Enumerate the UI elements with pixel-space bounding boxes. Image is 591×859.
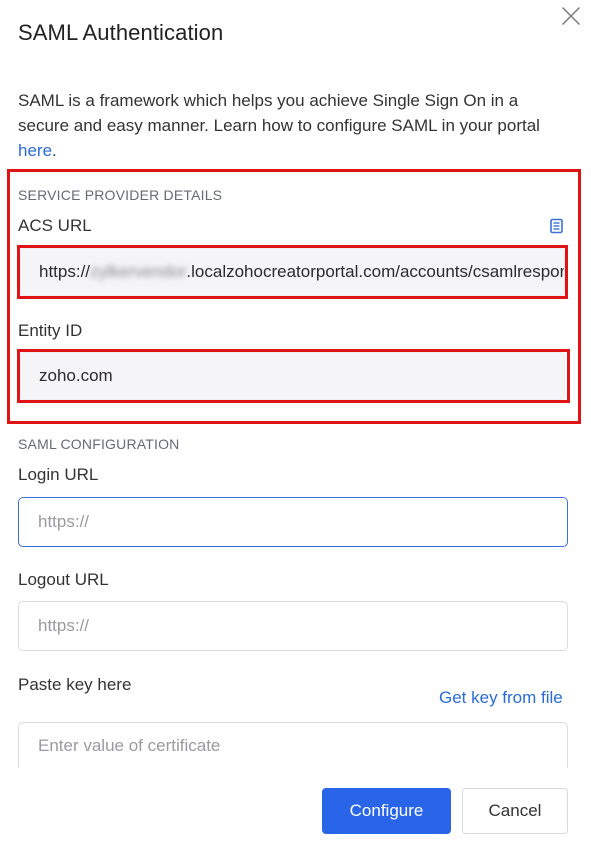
help-link[interactable]: here [18, 141, 52, 160]
saml-config-heading: SAML CONFIGURATION [18, 436, 180, 452]
close-button[interactable] [559, 4, 583, 28]
acs-url-label: ACS URL [18, 216, 92, 235]
close-icon [562, 7, 580, 25]
service-provider-heading: SERVICE PROVIDER DETAILS [18, 187, 223, 203]
entity-id-value: zoho.com [39, 366, 113, 385]
login-url-label: Login URL [18, 465, 99, 484]
description-end: . [52, 141, 57, 160]
acs-url-redacted: zylkervendor [90, 262, 187, 281]
login-url-input[interactable] [18, 497, 568, 547]
configure-button[interactable]: Configure [322, 788, 451, 834]
dialog-title: SAML Authentication [18, 20, 224, 45]
acs-url-prefix: https:// [39, 262, 91, 281]
logout-url-label: Logout URL [18, 570, 109, 589]
paste-key-label: Paste key here [18, 675, 132, 694]
entity-id-field[interactable]: zoho.com [20, 352, 565, 400]
description-text: SAML is a framework which helps you achi… [18, 91, 540, 135]
copy-icon[interactable] [549, 218, 565, 234]
acs-url-suffix: .localzohocreatorportal.com/accounts/csa… [186, 262, 565, 281]
acs-url-field[interactable]: https://zylkervendor.localzohocreatorpor… [20, 248, 565, 296]
saml-dialog: SAML Authentication SAML is a framework … [0, 0, 591, 859]
logout-url-input[interactable] [18, 601, 568, 651]
cancel-button[interactable]: Cancel [462, 788, 568, 834]
entity-id-label: Entity ID [18, 321, 83, 340]
dialog-description: SAML is a framework which helps you achi… [18, 88, 563, 163]
get-key-from-file-link[interactable]: Get key from file [439, 688, 563, 708]
